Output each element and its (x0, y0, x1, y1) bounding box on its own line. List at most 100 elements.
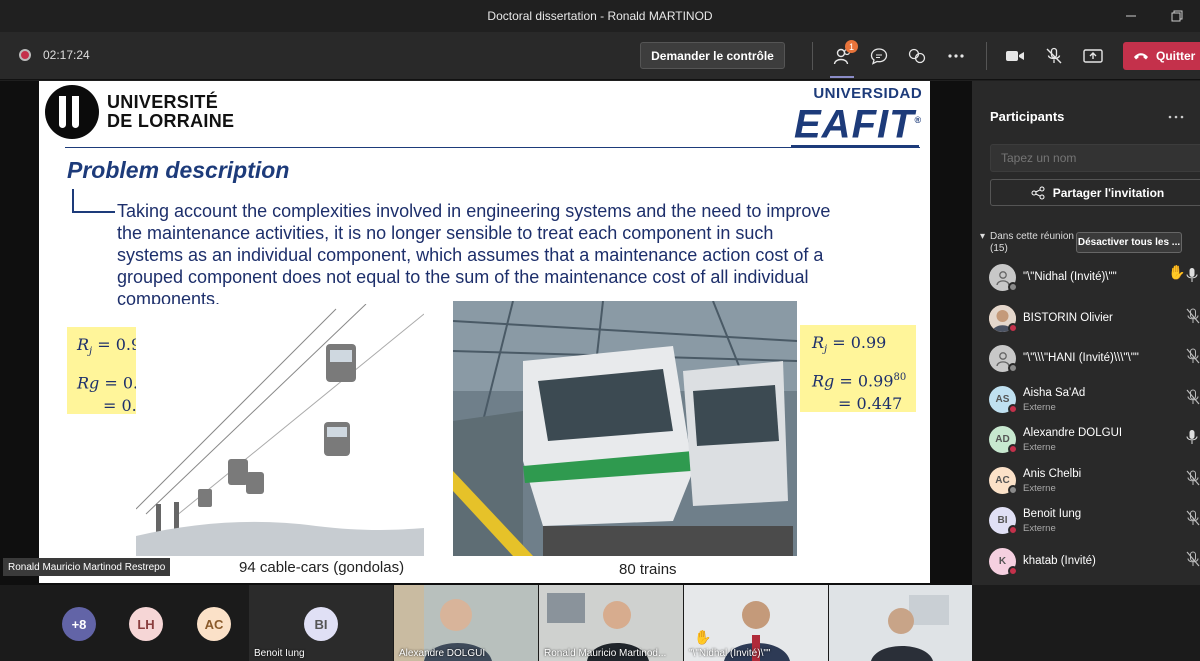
more-actions-button[interactable] (941, 42, 971, 70)
participant-row[interactable]: BI Benoit Iung Externe (972, 502, 1200, 543)
mic-off-icon (1186, 510, 1200, 526)
header-rule (65, 147, 920, 148)
chip-label: +8 (71, 616, 87, 632)
ellipsis-icon (1168, 115, 1184, 119)
participant-name: Anis Chelbi (1023, 467, 1082, 480)
lorraine-emblem-icon (45, 85, 99, 139)
participant-row[interactable]: AC Anis Chelbi Externe (972, 462, 1200, 503)
microphone-button[interactable] (1039, 42, 1069, 70)
participant-row[interactable]: "\"Nidhal (Invité)\"" ✋ (972, 259, 1200, 300)
avatar: AS (989, 385, 1018, 414)
logo-left-line1: UNIVERSITÉ (107, 92, 219, 112)
avatar: AC (989, 466, 1018, 495)
share-tray-icon (1083, 49, 1103, 63)
in-meeting-section-toggle[interactable]: ▾ Dans cette réunion (15) (980, 231, 1076, 255)
logo-right-line2: EAFIT (794, 102, 915, 147)
avatar (989, 304, 1018, 333)
breakout-rooms-button[interactable] (902, 42, 932, 70)
participant-name: Benoit Iung (1023, 508, 1082, 520)
logo-left-line2: DE LORRAINE (107, 111, 235, 131)
presence-status-icon (1008, 363, 1018, 373)
caption-cable-cars: 94 cable-cars (gondolas) (239, 559, 405, 576)
video-tile[interactable]: ✋ "\"Nidhal (Invité)\"" (684, 585, 828, 661)
logo-right-mark: ® (914, 115, 923, 125)
presence-status-icon (1008, 484, 1018, 495)
chat-icon (870, 48, 888, 65)
presence-status-icon (1008, 444, 1018, 454)
avatar: K (989, 547, 1018, 576)
participant-name: Alexandre DOLGUI (1023, 427, 1123, 439)
breakout-icon (908, 48, 926, 64)
participant-chip[interactable]: LH (129, 607, 163, 641)
participant-video-image (829, 585, 972, 661)
avatar-initials: AC (995, 474, 1010, 486)
tile-name: Benoit Iung (254, 648, 305, 659)
restore-icon (1171, 10, 1183, 22)
share-invite-button[interactable]: Partager l'invitation (990, 179, 1200, 206)
mute-all-button[interactable]: Désactiver tous les ... (1076, 232, 1182, 253)
presence-status-icon (1008, 322, 1018, 333)
participant-row[interactable]: "\"\\\"HANI (Invité)\\\"\"" (972, 340, 1200, 381)
overflow-participants-chip[interactable]: +8 (62, 607, 96, 641)
avatar-initials: AS (995, 393, 1010, 405)
mic-off-icon (1046, 47, 1062, 64)
raised-hand-icon: ✋ (694, 629, 712, 645)
camera-icon (1006, 51, 1024, 61)
avatar-initials: K (998, 555, 1007, 567)
participant-search-input[interactable] (990, 144, 1200, 172)
participant-name: BISTORIN Olivier (1023, 311, 1113, 324)
video-tile-benoit[interactable]: BI Benoit Iung (249, 585, 393, 661)
minimize-button[interactable] (1108, 0, 1154, 32)
mic-on-icon (1186, 267, 1200, 283)
avatar: BI (989, 507, 1018, 535)
bullet-bracket (72, 189, 115, 213)
caption-trains: 80 trains (619, 561, 677, 578)
participant-name: "\"Nidhal (Invité)\"" (1023, 271, 1117, 283)
share-invite-label: Partager l'invitation (1052, 185, 1165, 200)
tile-name: "\"Nidhal (Invité)\"" (689, 648, 771, 659)
request-control-button[interactable]: Demander le contrôle (640, 42, 785, 69)
participant-name: Aisha Sa'Ad (1023, 386, 1086, 399)
participant-chip[interactable]: AC (197, 607, 231, 641)
meeting-timer: 02:17:24 (43, 48, 90, 62)
chevron-down-icon: ▾ (980, 231, 986, 242)
presence-status-icon (1008, 525, 1018, 535)
avatar: AD (989, 426, 1018, 454)
presence-status-icon (1008, 282, 1018, 292)
tile-name: Alexandre DOLGUI (399, 648, 486, 659)
participant-row[interactable]: BISTORIN Olivier (972, 300, 1200, 341)
video-tile[interactable]: Ronald Mauricio Martinod... (539, 585, 683, 661)
presence-status-icon (1008, 403, 1018, 414)
avatar-initials: AD (995, 434, 1010, 445)
mic-off-icon (1186, 348, 1200, 364)
person-icon (989, 345, 1018, 373)
participants-button[interactable]: 1 (828, 40, 858, 70)
logo-right-line1: UNIVERSIDAD (813, 85, 923, 102)
tile-name: Ronald Mauricio Martinod... (544, 648, 667, 659)
video-tile[interactable] (829, 585, 972, 661)
cable-cars-photo (136, 304, 424, 556)
participant-row[interactable]: AD Alexandre DOLGUI Externe (972, 421, 1200, 462)
mic-off-icon (1186, 551, 1200, 567)
participant-row[interactable]: AS Aisha Sa'Ad Externe (972, 381, 1200, 422)
raised-hand-icon: ✋ (1168, 264, 1186, 280)
video-tile[interactable]: Alexandre DOLGUI (394, 585, 538, 661)
recording-icon (19, 49, 31, 61)
restore-button[interactable] (1154, 0, 1200, 32)
panel-more-button[interactable] (1168, 107, 1184, 122)
participant-row[interactable]: Kkhatab (Invité) (972, 543, 1200, 584)
slide-title: Problem description (67, 157, 290, 183)
leave-button[interactable]: Quitter (1123, 42, 1200, 70)
window-title: Doctoral dissertation - Ronald MARTINOD (487, 9, 713, 23)
hang-up-icon (1134, 53, 1148, 60)
title-bar: Doctoral dissertation - Ronald MARTINOD (0, 0, 1200, 32)
share-icon (1031, 186, 1045, 199)
share-screen-button[interactable] (1078, 42, 1108, 70)
camera-button[interactable] (1000, 42, 1030, 70)
avatar: BI (304, 607, 338, 641)
chat-button[interactable] (864, 42, 894, 70)
metro-trains-photo (453, 301, 797, 556)
participant-role: Externe (1023, 523, 1056, 534)
slide-paragraph: Taking account the complexities involved… (117, 201, 831, 309)
presence-status-icon (1008, 565, 1018, 576)
